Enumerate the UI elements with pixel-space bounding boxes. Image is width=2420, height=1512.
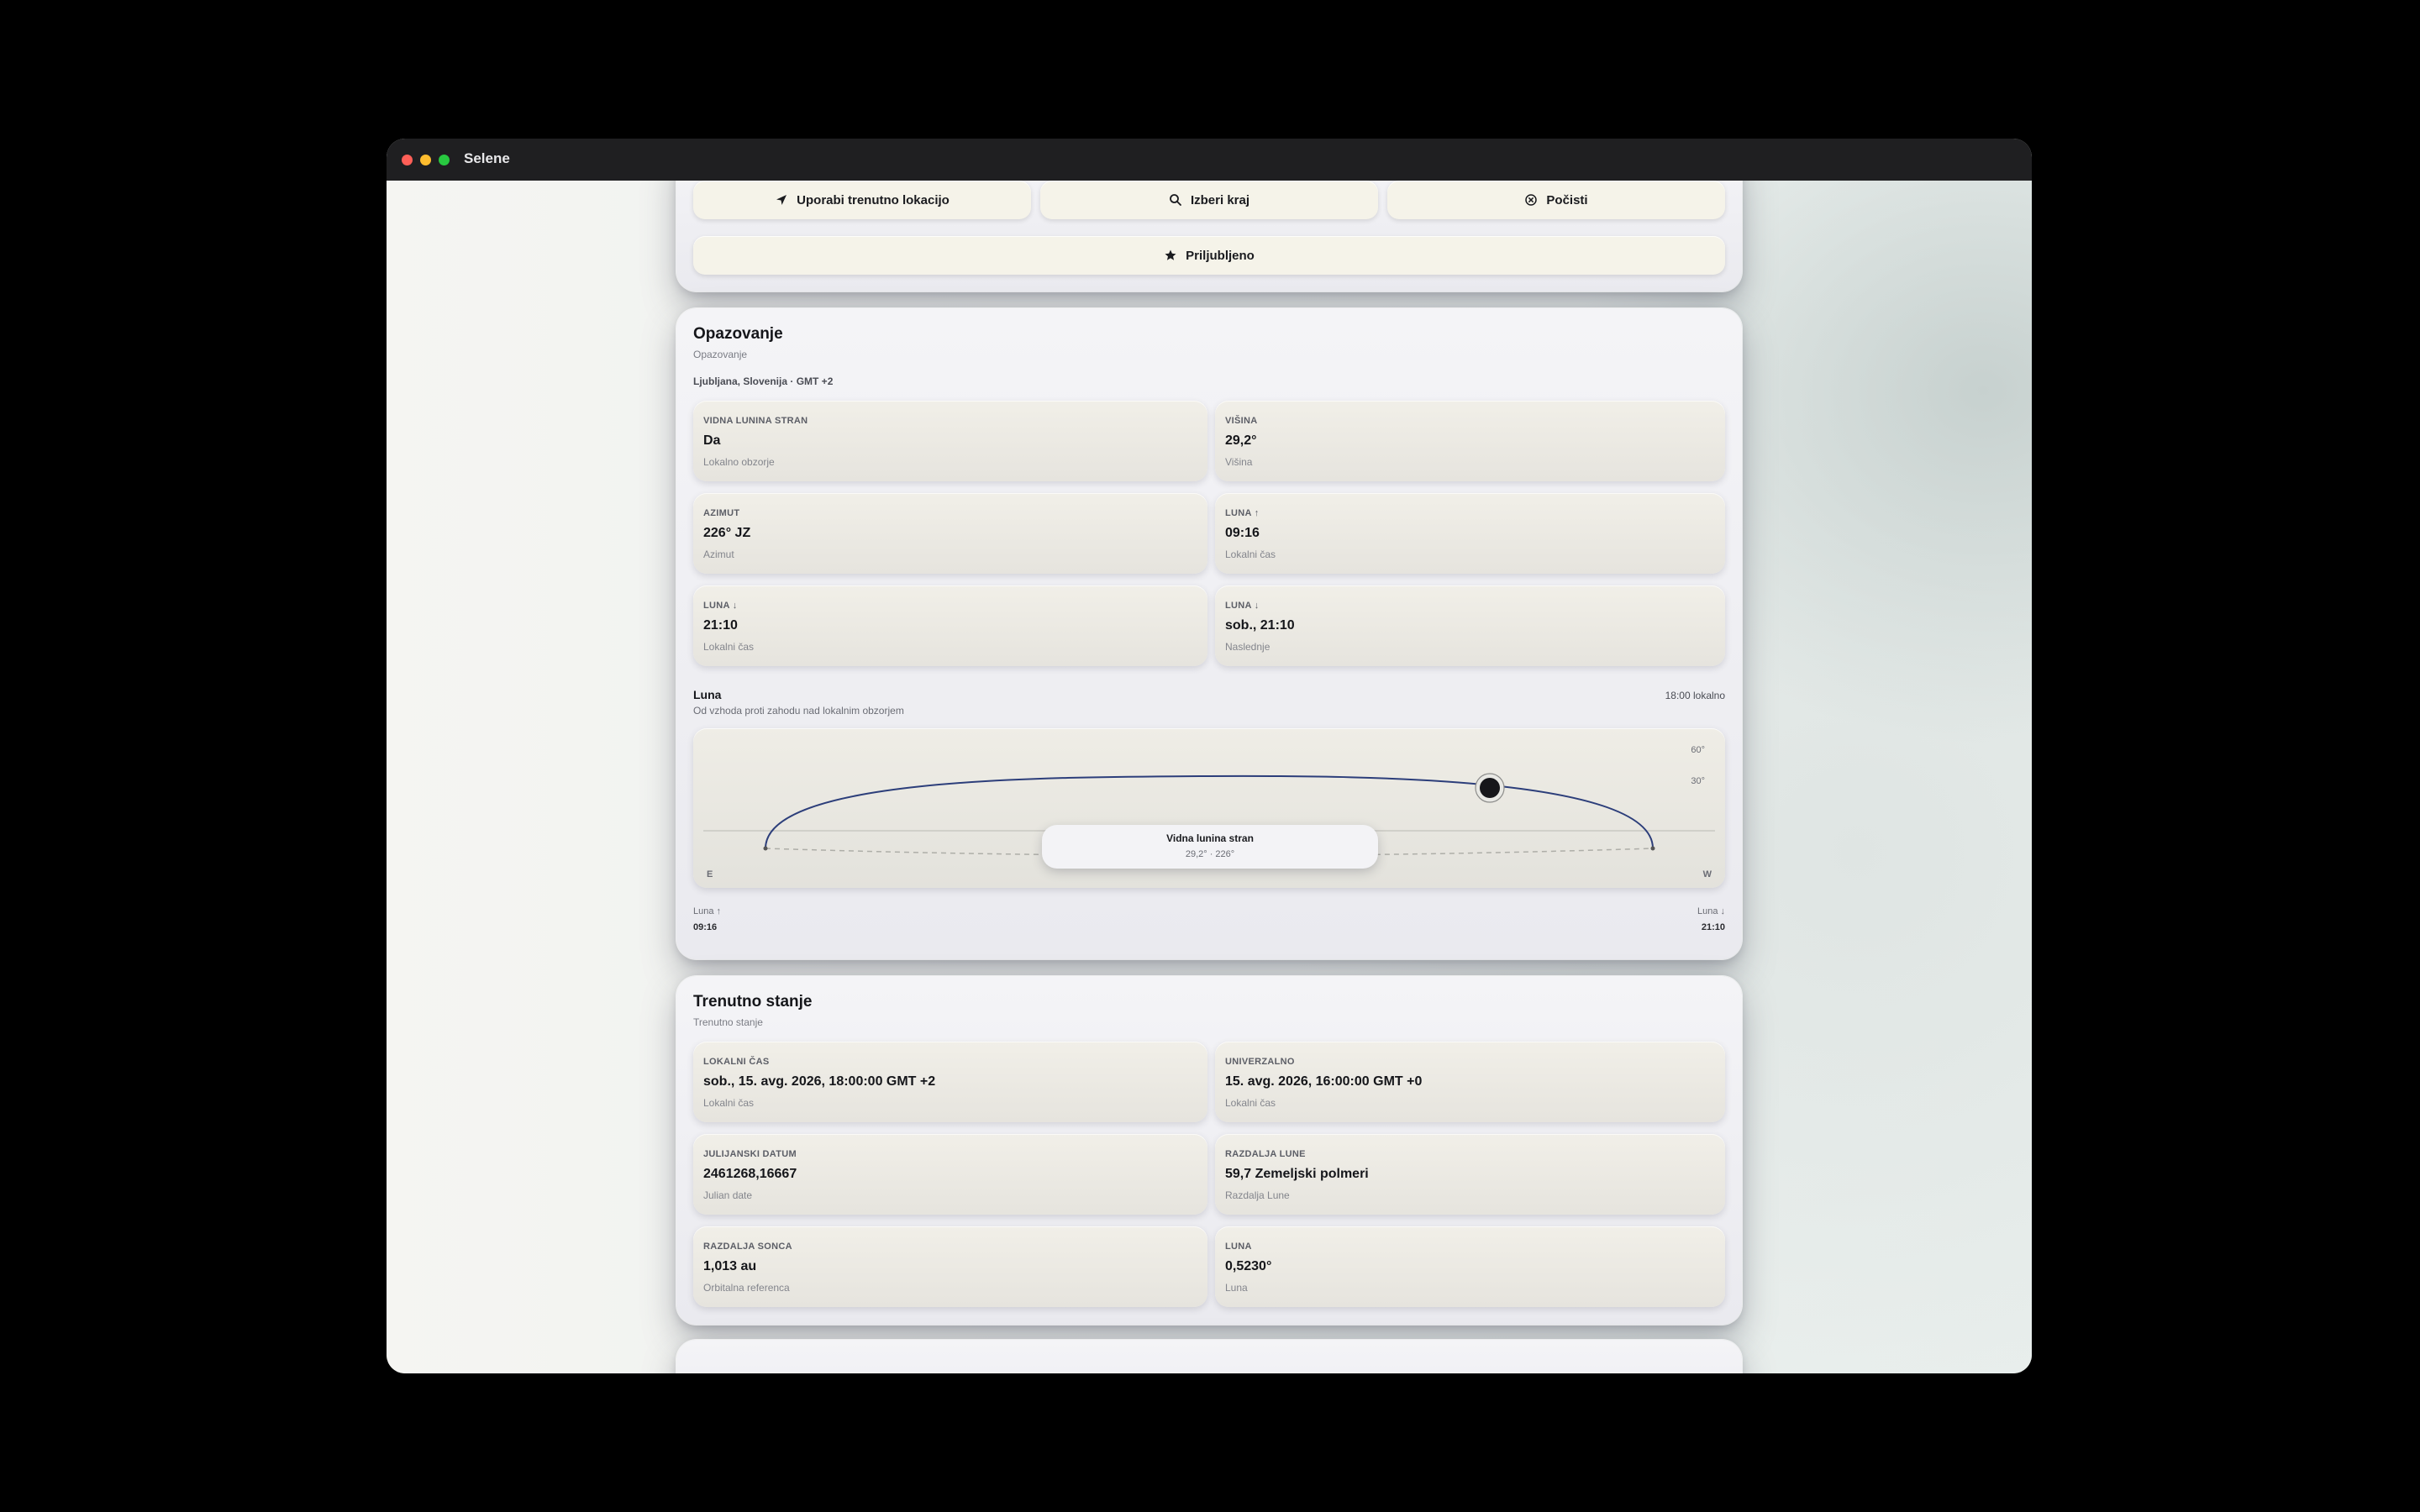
use-current-location-button[interactable]: Uporabi trenutno lokacijo [693,181,1031,219]
card-note: Lokalno obzorje [703,456,775,468]
scale-label-30: 30° [1691,776,1705,786]
card-label: JULIJANSKI DATUM [703,1149,797,1159]
moon-path-time: 18:00 lokalno [1665,690,1725,701]
card-note: Orbitalna referenca [703,1282,790,1294]
east-label: E [707,869,713,879]
card-value: sob., 21:10 [1225,618,1295,633]
moon-path-subtitle: Od vzhoda proti zahodu nad lokalnim obzo… [693,705,904,717]
status-detail: 29,2° · 226° [1185,849,1235,859]
card-value: sob., 15. avg. 2026, 18:00:00 GMT +2 [703,1074,936,1089]
universal-time-card: UNIVERZALNO 15. avg. 2026, 16:00:00 GMT … [1215,1042,1725,1122]
card-value: 0,5230° [1225,1259,1272,1273]
card-value: 59,7 Zemeljski polmeri [1225,1167,1369,1181]
current-state-subtitle: Trenutno stanje [693,1016,763,1028]
moonrise-label: Luna ↑ [693,906,722,916]
moon-distance-card: RAZDALJA LUNE 59,7 Zemeljski polmeri Raz… [1215,1134,1725,1215]
card-label: LOKALNI ČAS [703,1057,770,1067]
observation-location: Ljubljana, Slovenija · GMT +2 [693,375,834,387]
visibility-status-pill: Vidna lunina stran 29,2° · 226° [1042,825,1378,869]
moonrise-time: 09:16 [693,922,718,932]
favorites-button[interactable]: Priljubljeno [693,236,1725,275]
card-label: UNIVERZALNO [1225,1057,1295,1067]
sun-distance-card: RAZDALJA SONCA 1,013 au Orbitalna refere… [693,1226,1207,1307]
card-note: Naslednje [1225,641,1270,653]
card-note: Lokalni čas [703,1097,755,1109]
julian-date-card: JULIJANSKI DATUM 2461268,16667 Julian da… [693,1134,1207,1215]
card-label: LUNA [1225,1242,1252,1252]
use-current-location-label: Uporabi trenutno lokacijo [797,192,950,207]
card-value: 2461268,16667 [703,1167,797,1181]
observation-panel: Opazovanje Opazovanje Ljubljana, Sloveni… [676,308,1742,959]
moon-path-title: Luna [693,688,722,701]
altitude-card: VIŠINA 29,2° Višina [1215,401,1725,481]
clear-button[interactable]: Počisti [1387,181,1725,219]
card-value: 1,013 au [703,1259,757,1273]
card-value: 29,2° [1225,433,1257,448]
zoom-window-button[interactable] [439,155,450,165]
title-bar: Selene [387,139,2032,181]
card-note: Lokalni čas [703,641,755,653]
rise-marker [763,846,768,851]
card-label: RAZDALJA LUNE [1225,1149,1306,1159]
azimuth-card: AZIMUT 226° JZ Azimut [693,493,1207,574]
card-label: AZIMUT [703,508,740,518]
west-label: W [1702,869,1712,879]
card-label: LUNA ↓ [1225,601,1260,611]
current-state-title: Trenutno stanje [693,993,813,1011]
observation-subtitle: Opazovanje [693,349,748,360]
set-marker [1650,846,1655,851]
search-icon [1170,194,1181,206]
card-note: Luna [1225,1282,1248,1294]
choose-place-label: Izberi kraj [1190,192,1250,207]
current-state-panel: Trenutno stanje Trenutno stanje LOKALNI … [676,976,1742,1325]
moon-position-marker[interactable] [1480,778,1500,798]
observation-title: Opazovanje [693,325,783,343]
choose-place-button[interactable]: Izberi kraj [1040,181,1378,219]
moonset-label: Luna ↓ [1697,906,1725,916]
scale-label-60: 60° [1691,745,1705,755]
clear-label: Počisti [1546,192,1588,207]
minimize-window-button[interactable] [420,155,431,165]
status-title: Vidna lunina stran [1166,832,1254,844]
card-note: Julian date [703,1189,753,1201]
app-window: Selene Uporabi trenutno lokacijo Izberi … [387,139,2032,1373]
card-label: RAZDALJA SONCA [703,1242,792,1252]
location-arrow-icon [776,195,787,205]
close-window-button[interactable] [402,155,413,165]
location-panel: Uporabi trenutno lokacijo Izberi kraj Po… [676,181,1742,291]
visible-side-card: VIDNA LUNINA STRAN Da Lokalno obzorje [693,401,1207,481]
card-value: 226° JZ [703,526,751,540]
favorites-label: Priljubljeno [1186,248,1255,263]
clear-circle-icon [1525,194,1538,206]
moonset-card: LUNA ↓ 21:10 Lokalni čas [693,585,1207,666]
card-label: VIŠINA [1225,416,1258,426]
scroll-content[interactable]: Uporabi trenutno lokacijo Izberi kraj Po… [387,181,2032,1373]
local-time-card: LOKALNI ČAS sob., 15. avg. 2026, 18:00:0… [693,1042,1207,1122]
window-title: Selene [464,150,510,166]
moonset-time: 21:10 [1701,922,1725,932]
next-moonset-card: LUNA ↓ sob., 21:10 Naslednje [1215,585,1725,666]
card-note: Lokalni čas [1225,549,1276,560]
card-value: Da [703,433,721,448]
moonrise-card: LUNA ↑ 09:16 Lokalni čas [1215,493,1725,574]
card-value: 21:10 [703,618,738,633]
star-icon [1165,249,1176,260]
card-note: Azimut [703,549,734,560]
card-note: Lokalni čas [1225,1097,1276,1109]
card-value: 15. avg. 2026, 16:00:00 GMT +0 [1225,1074,1423,1089]
card-note: Višina [1225,456,1253,468]
moon-angular-size-card: LUNA 0,5230° Luna [1215,1226,1725,1307]
card-label: VIDNA LUNINA STRAN [703,416,808,426]
card-value: 09:16 [1225,526,1260,540]
card-note: Razdalja Lune [1225,1189,1290,1201]
card-label: LUNA ↑ [1225,508,1260,518]
card-label: LUNA ↓ [703,601,738,611]
next-panel [676,1340,1742,1373]
